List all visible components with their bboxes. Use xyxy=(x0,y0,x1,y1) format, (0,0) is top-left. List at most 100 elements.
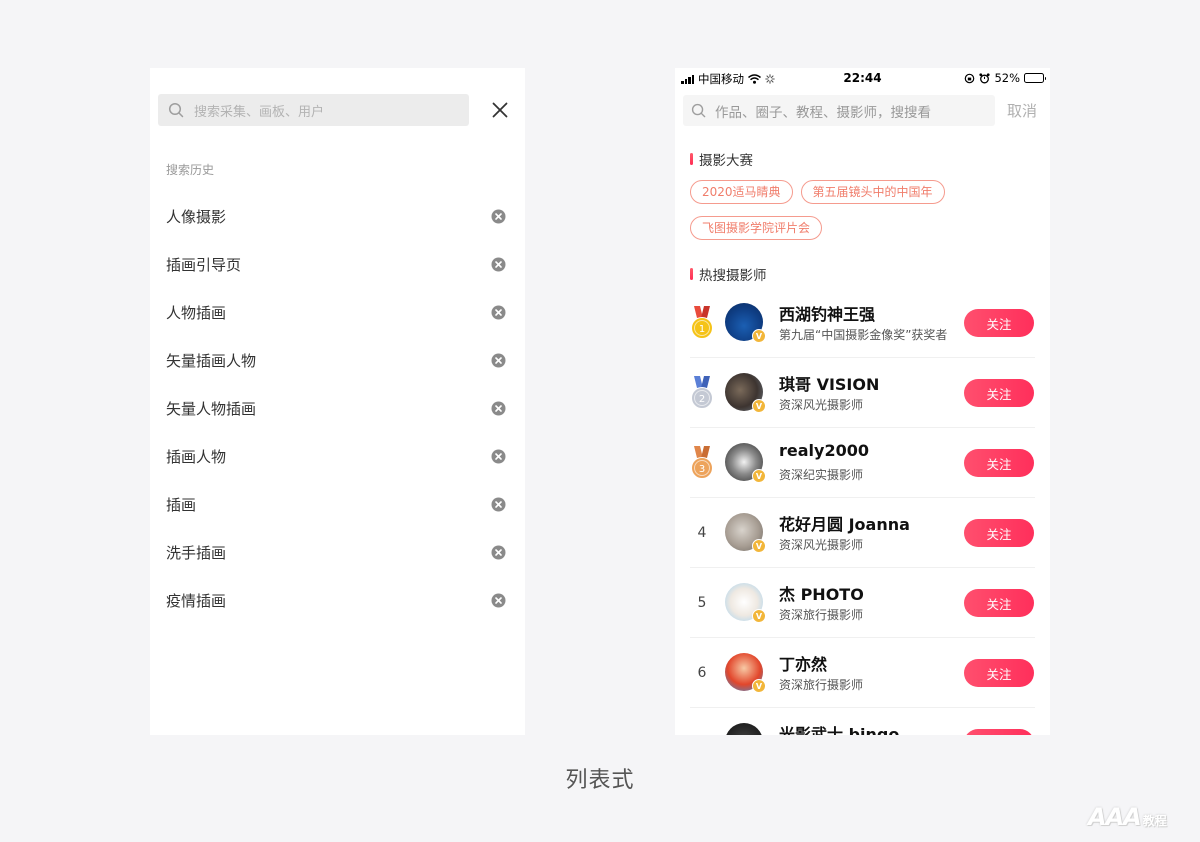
photographer-row[interactable]: 4 V 花好月圆 Joanna 资深风光摄影师 关注 xyxy=(690,498,1035,568)
photographer-description: 第九届“中国摄影金像奖”获奖者 xyxy=(779,328,948,342)
photographer-name: 丁亦然 xyxy=(779,655,828,674)
history-item[interactable]: 疫情插画 xyxy=(166,576,506,624)
photographer-row[interactable]: 5 V 杰 PHOTO 资深旅行摄影师 关注 xyxy=(690,568,1035,638)
medal-rank-number: 3 xyxy=(699,464,705,475)
photographer-description: 资深风光摄影师 xyxy=(779,398,864,412)
history-item[interactable]: 人物插画 xyxy=(166,288,506,336)
status-bar: 中国移动 22:44 52% xyxy=(675,68,1050,88)
search-history-screen: 搜索采集、画板、用户 搜索历史 人像摄影插画引导页人物插画矢量插画人物 矢量人物插… xyxy=(150,68,525,735)
search-icon xyxy=(691,103,706,118)
history-item[interactable]: 插画 xyxy=(166,480,506,528)
section-accent-bar xyxy=(690,268,693,280)
clear-icon xyxy=(491,545,505,559)
follow-button[interactable]: 关注 xyxy=(964,589,1034,617)
photographer-name: 西湖钓神王强 xyxy=(779,305,876,324)
photographer-description: 资深风光摄影师 xyxy=(779,538,864,552)
verified-badge-icon: V xyxy=(752,399,766,413)
delete-history-button[interactable] xyxy=(490,400,506,416)
photographer-row[interactable]: V光影武士 bingo关注 xyxy=(690,708,1035,735)
search-icon xyxy=(168,102,184,118)
follow-button[interactable]: 关注 xyxy=(964,519,1034,547)
history-item-label: 插画引导页 xyxy=(166,255,242,274)
verified-badge-icon: V xyxy=(752,539,766,553)
medal-rank-number: 2 xyxy=(699,394,705,405)
contest-tag[interactable]: 2020适马睛典 xyxy=(690,180,793,204)
follow-button[interactable]: 关注 xyxy=(964,379,1034,407)
photographer-description: 资深旅行摄影师 xyxy=(779,608,864,622)
contest-tags: 2020适马睛典 第五届镜头中的中国年飞图摄影学院评片会 xyxy=(690,180,1040,240)
search-placeholder: 搜索采集、画板、用户 xyxy=(194,104,325,120)
photographer-name: realy2000 xyxy=(779,441,869,460)
delete-history-button[interactable] xyxy=(490,304,506,320)
section-title-hot: 热搜摄影师 xyxy=(690,264,767,284)
search-discover-screen: 中国移动 22:44 52% 作品、圈子、教程、摄影师，搜搜看 取消 摄影大赛 … xyxy=(675,68,1050,735)
history-item[interactable]: 插画人物 xyxy=(166,432,506,480)
history-title: 搜索历史 xyxy=(166,163,215,177)
close-icon xyxy=(492,102,508,118)
clear-icon xyxy=(491,209,505,223)
photographer-description: 资深旅行摄影师 xyxy=(779,678,864,692)
rank-number xyxy=(690,708,714,735)
avatar[interactable] xyxy=(725,723,763,735)
section-title-text: 热搜摄影师 xyxy=(699,268,767,284)
silver-medal-icon: 2 xyxy=(691,376,713,409)
history-item[interactable]: 矢量人物插画 xyxy=(166,384,506,432)
verified-badge-icon: V xyxy=(752,329,766,343)
follow-button[interactable]: 关注 xyxy=(964,449,1034,477)
history-item-label: 插画 xyxy=(166,495,197,514)
delete-history-button[interactable] xyxy=(490,208,506,224)
section-accent-bar xyxy=(690,153,693,165)
section-title-contest: 摄影大赛 xyxy=(690,149,753,169)
medal-rank-number: 1 xyxy=(699,324,705,335)
follow-button[interactable]: 关注 xyxy=(964,729,1034,735)
clear-icon xyxy=(491,353,505,367)
follow-button[interactable]: 关注 xyxy=(964,309,1034,337)
history-item[interactable]: 插画引导页 xyxy=(166,240,506,288)
bronze-medal-icon: 3 xyxy=(691,446,713,479)
delete-history-button[interactable] xyxy=(490,352,506,368)
delete-history-button[interactable] xyxy=(490,448,506,464)
clear-icon xyxy=(491,449,505,463)
history-item-label: 矢量人物插画 xyxy=(166,399,257,418)
orientation-lock-icon xyxy=(965,73,975,83)
history-item-label: 人物插画 xyxy=(166,303,227,322)
delete-history-button[interactable] xyxy=(490,496,506,512)
contest-tag[interactable]: 第五届镜头中的中国年 xyxy=(800,180,945,204)
history-item-label: 洗手插画 xyxy=(166,543,227,562)
photographer-row[interactable]: 3 Vrealy2000 资深纪实摄影师 关注 xyxy=(690,428,1035,498)
follow-button[interactable]: 关注 xyxy=(964,659,1034,687)
close-button[interactable] xyxy=(490,100,510,120)
cancel-button[interactable]: 取消 xyxy=(1007,100,1037,121)
photographer-row[interactable]: 6 V 丁亦然 资深旅行摄影师 关注 xyxy=(690,638,1035,708)
photographer-row[interactable]: 1 V 西湖钓神王强第九届“中国摄影金像奖”获奖者 关注 xyxy=(690,288,1035,358)
history-item[interactable]: 矢量插画人物 xyxy=(166,336,506,384)
search-placeholder: 作品、圈子、教程、摄影师，搜搜看 xyxy=(715,104,931,121)
history-item-label: 矢量插画人物 xyxy=(166,351,257,370)
history-list: 人像摄影插画引导页人物插画矢量插画人物 矢量人物插画 插画人物插画洗手插画疫情插画 xyxy=(166,192,506,624)
photographer-row[interactable]: 2 V 琪哥 VISION 资深风光摄影师 关注 xyxy=(690,358,1035,428)
verified-badge-icon: V xyxy=(752,609,766,623)
history-item-label: 人像摄影 xyxy=(166,207,227,226)
history-item[interactable]: 洗手插画 xyxy=(166,528,506,576)
gold-medal-icon: 1 xyxy=(691,306,713,339)
clear-icon xyxy=(491,593,505,607)
history-item[interactable]: 人像摄影 xyxy=(166,192,506,240)
delete-history-button[interactable] xyxy=(490,544,506,560)
history-item-label: 插画人物 xyxy=(166,447,227,466)
search-input[interactable]: 作品、圈子、教程、摄影师，搜搜看 xyxy=(683,95,995,126)
photographer-description: 资深纪实摄影师 xyxy=(779,468,864,482)
alarm-icon xyxy=(979,72,991,83)
battery-percent: 52% xyxy=(994,71,1020,85)
delete-history-button[interactable] xyxy=(490,592,506,608)
section-title-text: 摄影大赛 xyxy=(699,153,753,169)
history-item-label: 疫情插画 xyxy=(166,591,227,610)
photographer-name: 琪哥 VISION xyxy=(779,375,880,394)
battery-icon xyxy=(1024,73,1046,83)
caption: 列表式 xyxy=(565,768,635,793)
contest-tag[interactable]: 飞图摄影学院评片会 xyxy=(690,216,823,240)
photographer-name: 花好月圆 Joanna xyxy=(779,515,910,534)
search-input[interactable]: 搜索采集、画板、用户 xyxy=(158,94,469,126)
verified-badge-icon: V xyxy=(752,469,766,483)
delete-history-button[interactable] xyxy=(490,256,506,272)
photographer-ranking-list: 1 V 西湖钓神王强 第九届“中国摄影金像奖”获奖者 关注 2 V 琪哥 VISION 资深风光… xyxy=(690,288,1035,735)
